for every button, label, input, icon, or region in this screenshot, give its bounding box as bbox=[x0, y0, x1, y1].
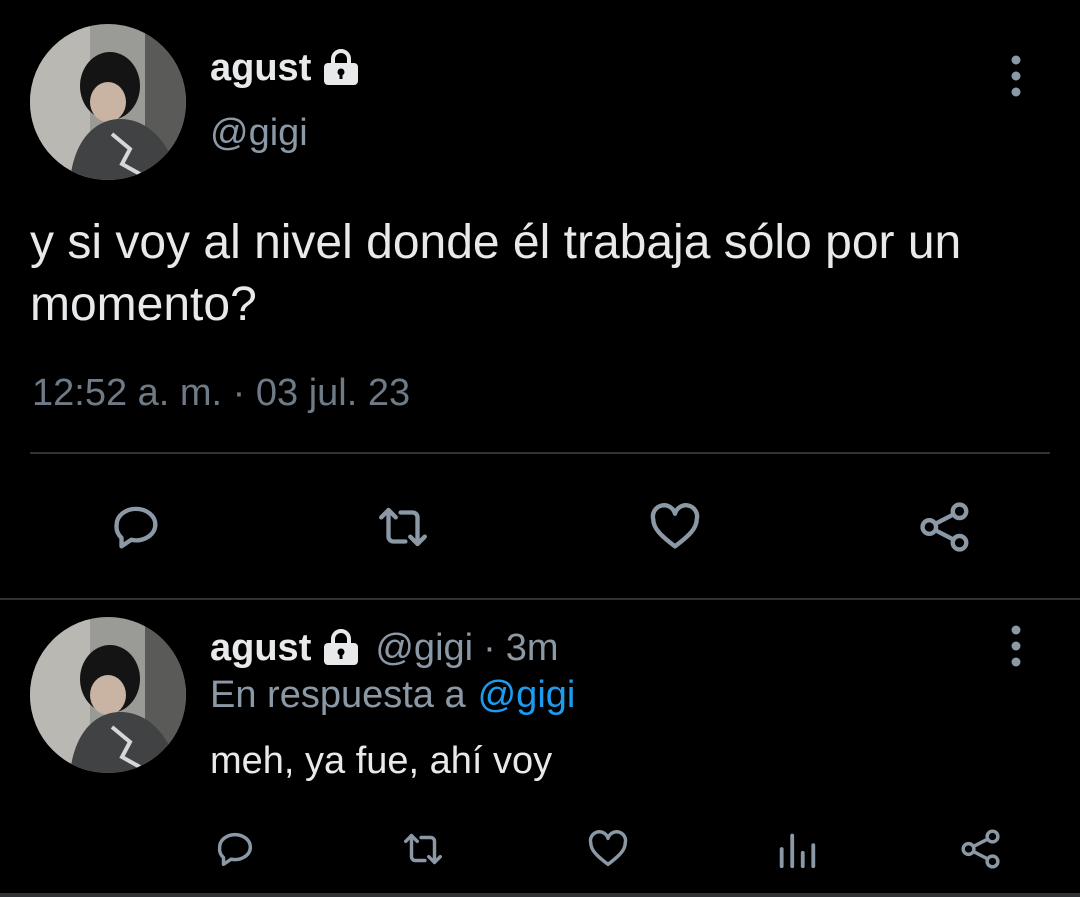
avatar-photo bbox=[30, 24, 186, 180]
analytics-icon[interactable] bbox=[774, 826, 820, 872]
reply-context: En respuesta a @gigi bbox=[210, 674, 575, 717]
time-ago[interactable]: 3m bbox=[506, 627, 559, 670]
reply-icon[interactable] bbox=[212, 826, 258, 872]
lock-icon bbox=[321, 628, 361, 668]
tweet-thread: agust @gigi y si voy al nivel donde él t… bbox=[0, 0, 1080, 897]
lock-icon bbox=[321, 48, 361, 88]
retweet-icon[interactable] bbox=[400, 826, 446, 872]
divider bbox=[30, 452, 1050, 454]
more-vertical-icon[interactable] bbox=[1006, 624, 1026, 668]
author-row: agust @gigi · 3m bbox=[210, 624, 559, 672]
more-vertical-icon[interactable] bbox=[1006, 54, 1026, 98]
retweet-icon[interactable] bbox=[374, 498, 432, 556]
share-icon[interactable] bbox=[916, 498, 974, 556]
display-name[interactable]: agust bbox=[210, 627, 311, 670]
timestamp[interactable]: 12:52 a. m. · 03 jul. 23 bbox=[32, 372, 410, 415]
reply-to-label: En respuesta a bbox=[210, 674, 466, 716]
tweet-text: y si voy al nivel donde él trabaja sólo … bbox=[30, 216, 962, 331]
author-row: agust bbox=[210, 44, 361, 92]
divider bbox=[0, 598, 1080, 600]
avatar[interactable] bbox=[30, 24, 186, 180]
divider bbox=[0, 893, 1080, 897]
share-icon[interactable] bbox=[958, 826, 1004, 872]
separator: · bbox=[483, 626, 496, 669]
handle[interactable]: @gigi bbox=[210, 112, 308, 155]
heart-icon[interactable] bbox=[646, 498, 704, 556]
tweet-text: meh, ya fue, ahí voy bbox=[210, 740, 553, 782]
reply-icon[interactable] bbox=[107, 498, 165, 556]
reply-to-mention[interactable]: @gigi bbox=[478, 674, 576, 716]
avatar[interactable] bbox=[30, 617, 186, 773]
avatar-photo bbox=[30, 617, 186, 773]
heart-icon[interactable] bbox=[585, 826, 631, 872]
display-name[interactable]: agust bbox=[210, 47, 311, 90]
handle[interactable]: @gigi bbox=[375, 627, 473, 670]
